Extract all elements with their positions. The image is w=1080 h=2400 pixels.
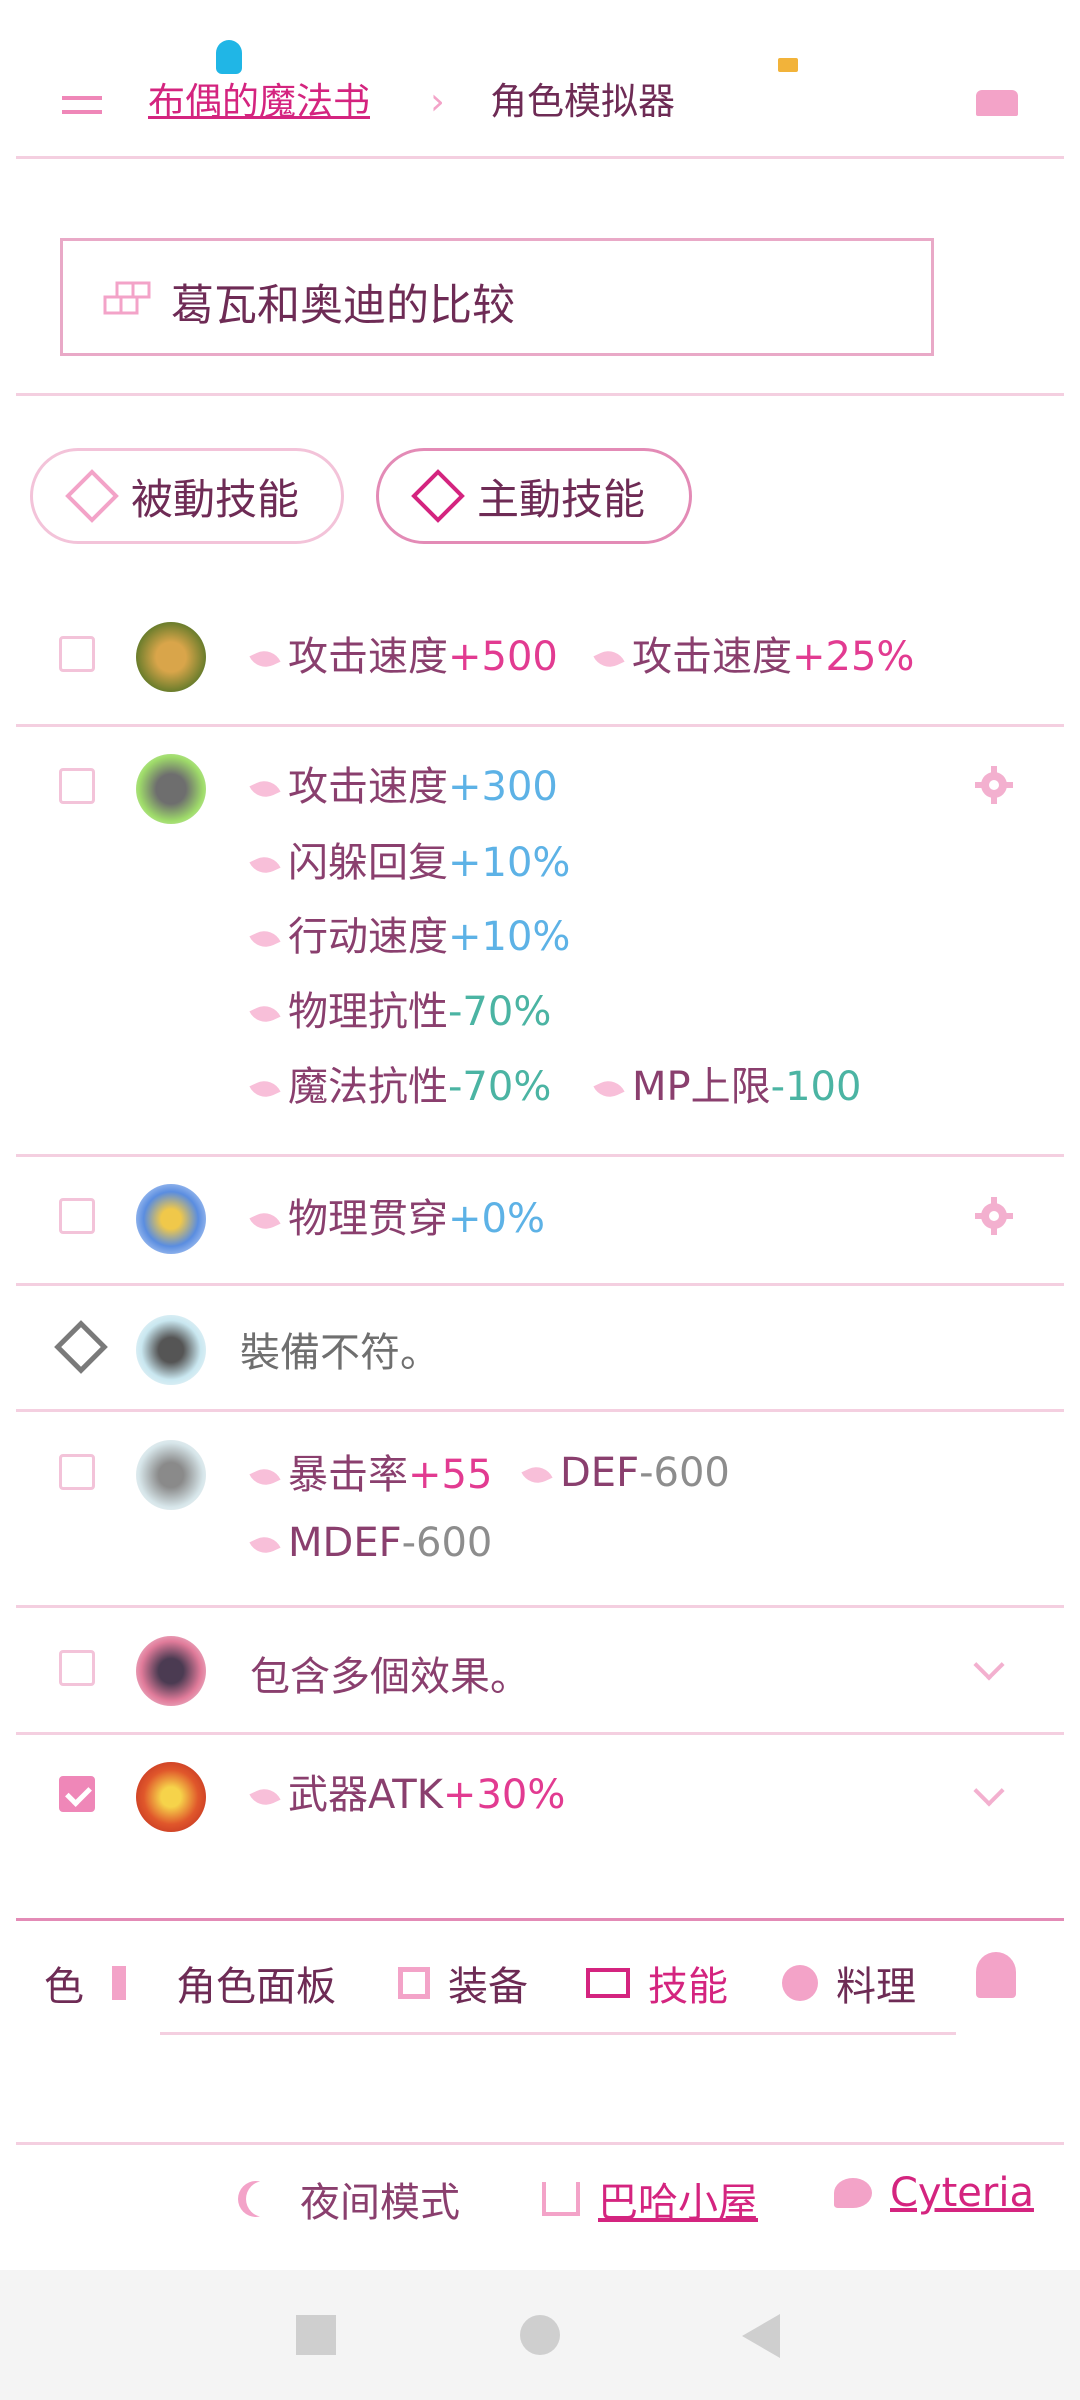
leaf-icon (593, 645, 625, 673)
equipment-skill-icon (136, 1315, 206, 1385)
nav-item-character[interactable]: 色 (44, 1954, 84, 2012)
skill-icon (136, 622, 206, 692)
menu-icon[interactable] (62, 96, 102, 118)
leaf-icon (249, 775, 281, 803)
nav-item-equipment[interactable]: 装备 (398, 1954, 528, 2012)
system-nav-bar (0, 2270, 1080, 2400)
skill-checkbox[interactable] (59, 1198, 95, 1234)
skill-note: 裝備不符。 (240, 1330, 440, 1376)
leaf-icon (521, 1461, 553, 1489)
effect-item: 武器ATK+30% (249, 1770, 565, 1820)
search-box[interactable]: 葛瓦和奥迪的比较 (60, 238, 934, 356)
effect-item: MDEF-600 (249, 1518, 492, 1568)
effect-item: MP上限-100 (593, 1062, 861, 1112)
bottom-nav: 色 角色面板 装备 技能 料理 (0, 1908, 1080, 2010)
chevron-down-icon[interactable] (973, 1775, 1005, 1807)
leaf-icon (249, 1531, 281, 1559)
leaf-icon (249, 925, 281, 953)
skill-checkbox[interactable] (59, 636, 95, 672)
back-button[interactable] (742, 2314, 780, 2358)
search-label: 葛瓦和奥迪的比较 (171, 281, 515, 331)
equipment-icon (398, 1967, 430, 1999)
home-icon (542, 2182, 580, 2216)
chevron-down-icon[interactable] (973, 1649, 1005, 1681)
nav-item-cooking[interactable]: 料理 (782, 1954, 916, 2012)
nav-item-character-panel[interactable]: 角色面板 (112, 1954, 336, 2012)
scroll-indicator (160, 2032, 956, 2035)
skill-note: 包含多個效果。 (250, 1654, 530, 1700)
battery-icon (778, 58, 798, 72)
leaf-icon (249, 1075, 281, 1103)
character-panel-icon (112, 1966, 158, 2000)
home-link[interactable]: 巴哈小屋 (542, 2170, 758, 2228)
skill-checkbox[interactable] (59, 1454, 95, 1490)
skill-checkbox[interactable] (59, 768, 95, 804)
leaf-icon (249, 1783, 281, 1811)
nav-item-ghost[interactable] (976, 1952, 1016, 1998)
settings-icon[interactable] (976, 90, 1018, 116)
effect-item: 攻击速度+25% (593, 632, 914, 682)
skill-checkbox[interactable] (59, 1776, 95, 1812)
effect-item: 攻击速度+500 (249, 632, 558, 682)
breadcrumb-link[interactable]: 布偶的魔法书 (148, 78, 370, 126)
tab-passive-skills[interactable]: 被動技能 (30, 448, 344, 544)
apple-icon (782, 1965, 818, 2001)
effect-item: 物理抗性-70% (249, 987, 551, 1037)
leaf-icon (593, 1075, 625, 1103)
weapon-skill-icon (136, 1762, 206, 1832)
effect-item: 攻击速度+300 (249, 762, 558, 812)
skill-icon (103, 281, 151, 315)
skill-icon (586, 1968, 630, 1998)
diamond-icon (65, 469, 119, 523)
effect-item: 闪躲回复+10% (249, 838, 570, 888)
ghost-icon (976, 1952, 1016, 1998)
leaf-icon (249, 1207, 281, 1235)
nav-item-skills[interactable]: 技能 (586, 1954, 728, 2012)
pierce-skill-icon (136, 1184, 206, 1254)
tab-label: 主動技能 (477, 474, 646, 524)
twitter-link[interactable]: Cyteria (834, 2170, 1034, 2216)
twitter-icon (834, 2178, 872, 2208)
diamond-icon (411, 469, 465, 523)
effect-item: 暴击率+55 (249, 1450, 492, 1500)
skill-checkbox[interactable] (59, 1650, 95, 1686)
leaf-icon (249, 1463, 281, 1491)
tab-active-skills[interactable]: 主動技能 (376, 448, 692, 544)
notification-icon (216, 40, 242, 74)
diamond-marker-icon (54, 1320, 108, 1374)
leaf-icon (249, 1000, 281, 1028)
page-title: 角色模拟器 (490, 80, 675, 123)
multi-effect-skill-icon (136, 1636, 206, 1706)
leaf-icon (249, 851, 281, 879)
gear-icon[interactable] (974, 765, 1014, 805)
tab-label: 被動技能 (131, 474, 300, 524)
crit-skill-icon (136, 1440, 206, 1510)
recent-apps-button[interactable] (296, 2315, 336, 2355)
gear-icon[interactable] (974, 1196, 1014, 1236)
effect-item: 物理贯穿+0% (249, 1194, 545, 1244)
effect-item: 行动速度+10% (249, 912, 570, 962)
shield-skill-icon (136, 754, 206, 824)
home-button[interactable] (520, 2315, 560, 2355)
effect-item: 魔法抗性-70% (249, 1062, 551, 1112)
moon-icon (246, 2181, 282, 2217)
breadcrumb-separator: › (430, 80, 445, 123)
leaf-icon (249, 645, 281, 673)
effect-item: DEF-600 (521, 1448, 730, 1498)
night-mode-button[interactable]: 夜间模式 (246, 2170, 460, 2228)
